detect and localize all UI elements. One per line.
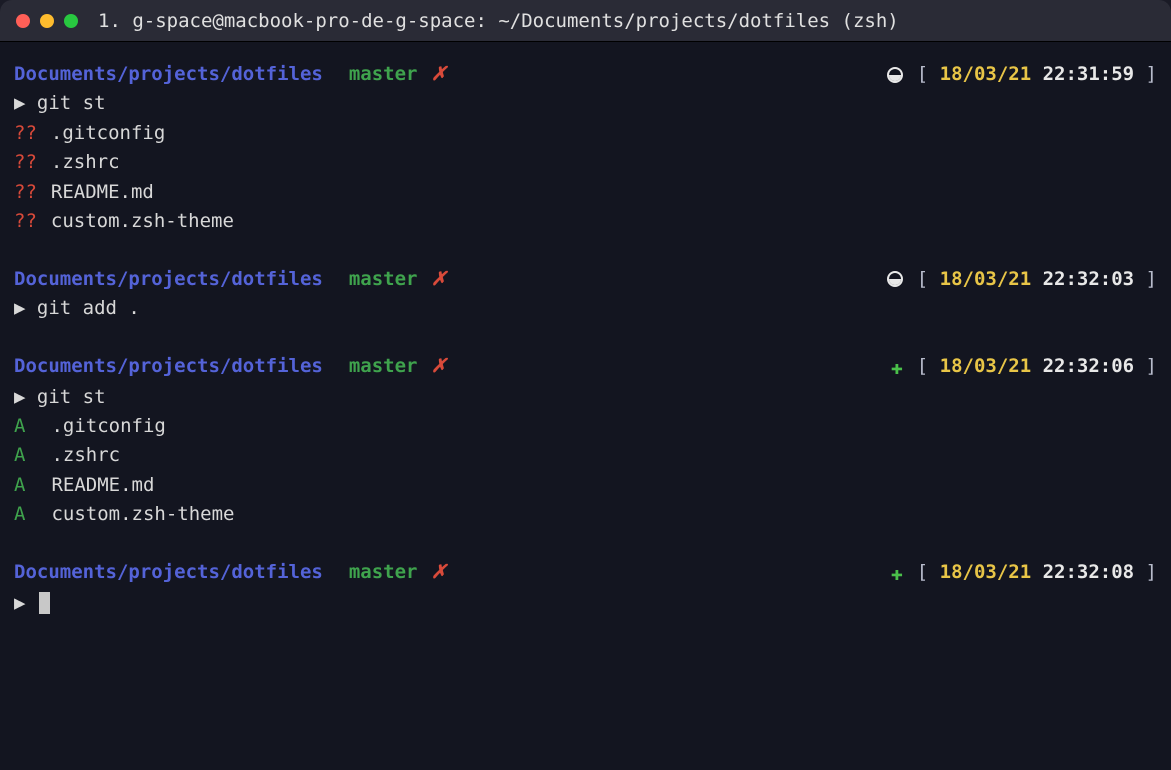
file-name: .zshrc (51, 444, 120, 466)
file-name: README.md (51, 181, 154, 203)
prompt-right: [ 18/03/21 22:31:59 ] (887, 60, 1157, 89)
file-name: README.md (51, 474, 154, 496)
bracket-open: [ (917, 352, 940, 381)
status-mark: ?? (14, 122, 37, 144)
status-mark: ?? (14, 151, 37, 173)
cwd-path: Documents/projects/dotfiles (14, 60, 323, 89)
status-mark: ?? (14, 181, 37, 203)
prompt-time: 22:31:59 (1043, 60, 1135, 89)
git-branch: master (349, 60, 418, 89)
command-text: git st (37, 92, 106, 114)
cwd-path: Documents/projects/dotfiles (14, 558, 323, 587)
file-name: custom.zsh-theme (51, 503, 234, 525)
status-mark: A (14, 474, 25, 496)
bracket-open: [ (917, 60, 940, 89)
command-line: ▶ git st (14, 383, 1157, 412)
command-block: Documents/projects/dotfiles master ✗ ✚ [ 18… (14, 558, 1157, 618)
terminal-body[interactable]: Documents/projects/dotfiles master ✗ [ 18/… (0, 42, 1171, 770)
command-block: Documents/projects/dotfiles master ✗ ✚ [ 18… (14, 352, 1157, 530)
status-mark: A (14, 503, 25, 525)
prompt-date: 18/03/21 (940, 265, 1032, 294)
cwd-path: Documents/projects/dotfiles (14, 352, 323, 381)
output-line: A README.md (14, 471, 1157, 500)
prompt-time: 22:32:03 (1043, 265, 1135, 294)
output-line: ?? custom.zsh-theme (14, 207, 1157, 236)
prompt-date: 18/03/21 (940, 60, 1032, 89)
bracket-close: ] (1134, 60, 1157, 89)
close-icon[interactable] (16, 14, 30, 28)
command-text: git add . (37, 297, 140, 319)
git-branch: master (349, 265, 418, 294)
maximize-icon[interactable] (64, 14, 78, 28)
prompt-left: Documents/projects/dotfiles master ✗ (14, 265, 447, 294)
prompt-time: 22:32:08 (1043, 558, 1135, 587)
minimize-icon[interactable] (40, 14, 54, 28)
prompt-line: Documents/projects/dotfiles master ✗ [ 18/… (14, 60, 1157, 89)
staged-plus-icon: ✚ (891, 352, 903, 383)
file-name: custom.zsh-theme (51, 210, 234, 232)
prompt-left: Documents/projects/dotfiles master ✗ (14, 352, 447, 381)
bracket-open: [ (917, 265, 940, 294)
prompt-marker-icon: ▶ (14, 386, 37, 408)
bracket-close: ] (1134, 265, 1157, 294)
prompt-left: Documents/projects/dotfiles master ✗ (14, 558, 447, 587)
prompt-right: ✚ [ 18/03/21 22:32:08 ] (891, 558, 1157, 589)
staged-plus-icon: ✚ (891, 558, 903, 589)
prompt-time: 22:32:06 (1043, 352, 1135, 381)
prompt-right: ✚ [ 18/03/21 22:32:06 ] (891, 352, 1157, 383)
command-block: Documents/projects/dotfiles master ✗ [ 18/… (14, 60, 1157, 237)
file-name: .gitconfig (51, 415, 165, 437)
command-line: ▶ (14, 589, 1157, 618)
git-dirty-icon: ✗ (420, 265, 447, 294)
output-line: ?? .zshrc (14, 148, 1157, 177)
command-line: ▶ git st (14, 89, 1157, 118)
prompt-date: 18/03/21 (940, 352, 1032, 381)
command-line: ▶ git add . (14, 294, 1157, 323)
prompt-marker-icon: ▶ (14, 592, 37, 614)
prompt-marker-icon: ▶ (14, 92, 37, 114)
bracket-close: ] (1134, 352, 1157, 381)
command-text: git st (37, 386, 106, 408)
git-branch: master (349, 352, 418, 381)
status-mark: ?? (14, 210, 37, 232)
file-name: .zshrc (51, 151, 120, 173)
output-line: A .zshrc (14, 441, 1157, 470)
window-title: 1. g-space@macbook-pro-de-g-space: ~/Doc… (98, 10, 899, 32)
output-line: A .gitconfig (14, 412, 1157, 441)
output-line: ?? README.md (14, 178, 1157, 207)
git-dirty-icon: ✗ (420, 352, 447, 381)
status-mark: A (14, 444, 25, 466)
output-line: Acustom.zsh-theme (14, 500, 1157, 529)
prompt-left: Documents/projects/dotfiles master ✗ (14, 60, 447, 89)
prompt-line: Documents/projects/dotfiles master ✗ [ 18/… (14, 265, 1157, 294)
prompt-marker-icon: ▶ (14, 297, 37, 319)
titlebar: 1. g-space@macbook-pro-de-g-space: ~/Doc… (0, 0, 1171, 42)
status-mark: A (14, 415, 25, 437)
prompt-line: Documents/projects/dotfiles master ✗ ✚ [ 18… (14, 558, 1157, 589)
command-block: Documents/projects/dotfiles master ✗ [ 18/… (14, 265, 1157, 324)
traffic-lights (16, 14, 78, 28)
git-dirty-icon: ✗ (420, 558, 447, 587)
bracket-close: ] (1134, 558, 1157, 587)
staged-half-icon (887, 271, 903, 287)
git-dirty-icon: ✗ (420, 60, 447, 89)
bracket-open: [ (917, 558, 940, 587)
staged-half-icon (887, 67, 903, 83)
prompt-date: 18/03/21 (940, 558, 1032, 587)
prompt-line: Documents/projects/dotfiles master ✗ ✚ [ 18… (14, 352, 1157, 383)
git-branch: master (349, 558, 418, 587)
output-line: ?? .gitconfig (14, 119, 1157, 148)
file-name: .gitconfig (51, 122, 165, 144)
prompt-right: [ 18/03/21 22:32:03 ] (887, 265, 1157, 294)
cursor[interactable] (39, 592, 50, 614)
cwd-path: Documents/projects/dotfiles (14, 265, 323, 294)
